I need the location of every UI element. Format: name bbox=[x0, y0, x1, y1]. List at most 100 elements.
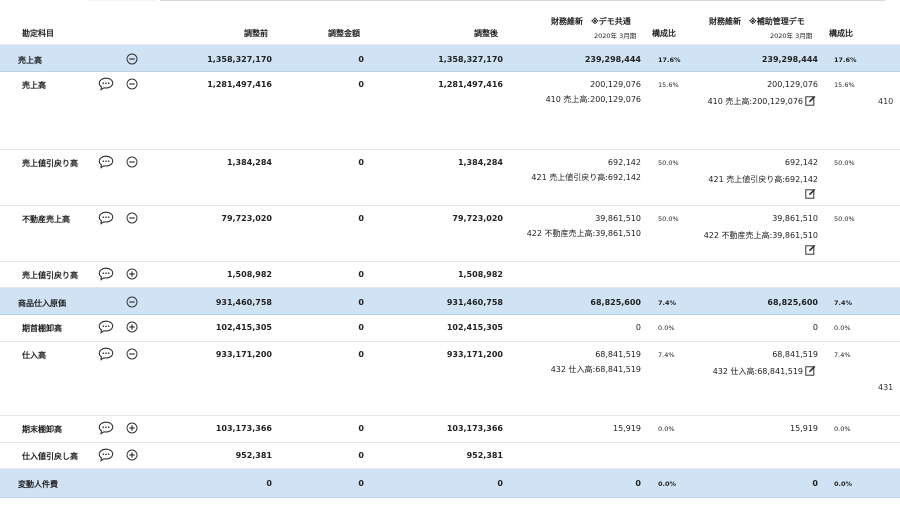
value-before: 1,358,327,170 bbox=[207, 55, 272, 64]
table-row: 売上値引戻り高 1,508,982 0 1,508,982 bbox=[0, 262, 900, 288]
comment-icon[interactable] bbox=[98, 267, 114, 281]
fin1-value: 39,861,510 bbox=[595, 214, 641, 223]
group-row: 商品仕入原価 931,460,758 0 931,460,758 68,825,600 7… bbox=[0, 288, 900, 315]
fin1-ratio: 15.6% bbox=[658, 81, 679, 89]
fin2-value: 68,841,519 bbox=[772, 350, 818, 359]
account-name: 仕入値引戻し高 bbox=[22, 452, 78, 461]
fin1-value: 68,841,519 bbox=[595, 350, 641, 359]
comment-icon[interactable] bbox=[98, 211, 114, 225]
fin1-value: 0 bbox=[635, 479, 641, 488]
value-before: 0 bbox=[266, 479, 272, 488]
col-header-adjust: 調整金額 bbox=[328, 29, 360, 38]
value-adjust: 0 bbox=[358, 298, 364, 307]
value-before: 1,281,497,416 bbox=[207, 80, 272, 89]
collapse-icon[interactable] bbox=[126, 156, 138, 168]
fin2-breakdown: 410 売上高:200,129,076 bbox=[707, 97, 803, 106]
fin2-ratio: 0.0% bbox=[834, 480, 853, 488]
fin2-ratio: 0.0% bbox=[834, 425, 851, 433]
expand-icon[interactable] bbox=[126, 449, 138, 461]
account-name: 売上高 bbox=[22, 81, 46, 90]
value-after: 103,173,366 bbox=[446, 424, 503, 433]
comment-icon[interactable] bbox=[98, 448, 114, 462]
fin1-ratio: 0.0% bbox=[658, 480, 677, 488]
table-row: 不動産売上高 79,723,020 0 79,723,020 39,861,510 50.… bbox=[0, 206, 900, 262]
value-after: 0 bbox=[497, 479, 503, 488]
edit-icon[interactable] bbox=[805, 188, 816, 199]
table-row: 売上値引戻り高 1,384,284 0 1,384,284 692,142 50.0% 42… bbox=[0, 150, 900, 206]
fin1-ratio: 50.0% bbox=[658, 215, 679, 223]
table-header: 勘定科目 調整前 調整金額 調整後 財務維新 ※デモ共通 2020年 3月期 構… bbox=[0, 2, 900, 45]
value-adjust: 0 bbox=[358, 479, 364, 488]
fin1-value: 15,919 bbox=[613, 424, 641, 433]
comment-icon[interactable] bbox=[98, 320, 114, 334]
comment-icon[interactable] bbox=[98, 421, 114, 435]
comment-icon[interactable] bbox=[98, 347, 114, 361]
collapse-icon[interactable] bbox=[126, 348, 138, 360]
expand-icon[interactable] bbox=[126, 321, 138, 333]
account-name: 売上値引戻り高 bbox=[22, 271, 78, 280]
edit-icon[interactable] bbox=[805, 365, 816, 376]
col-header-fin2-period: 2020年 3月期 bbox=[770, 32, 813, 40]
value-adjust: 0 bbox=[358, 424, 364, 433]
col-header-fin1: 財務維新 ※デモ共通 bbox=[551, 17, 631, 26]
table-row: 仕入値引戻し高 952,381 0 952,381 bbox=[0, 443, 900, 469]
fin2-ratio: 0.0% bbox=[834, 324, 851, 332]
value-after: 933,171,200 bbox=[446, 350, 503, 359]
value-adjust: 0 bbox=[358, 350, 364, 359]
value-before: 79,723,020 bbox=[221, 214, 272, 223]
fin1-ratio: 0.0% bbox=[658, 425, 675, 433]
fin2-value: 68,825,600 bbox=[767, 298, 818, 307]
value-after: 79,723,020 bbox=[452, 214, 503, 223]
fin2-ratio: 50.0% bbox=[834, 215, 855, 223]
clipped-account-code: 410 bbox=[878, 97, 894, 106]
account-name: 不動産売上高 bbox=[22, 215, 70, 224]
edit-icon[interactable] bbox=[805, 244, 816, 255]
expand-icon[interactable] bbox=[126, 268, 138, 280]
expand-icon[interactable] bbox=[126, 422, 138, 434]
fin2-ratio: 50.0% bbox=[834, 159, 855, 167]
collapse-icon[interactable] bbox=[126, 78, 138, 90]
value-before: 1,508,982 bbox=[226, 270, 272, 279]
comment-icon[interactable] bbox=[98, 77, 114, 91]
fin2-breakdown: 421 売上値引戻り高:692,142 bbox=[708, 175, 818, 184]
table-row: 売上高 1,281,497,416 0 1,281,497,416 200,129,07… bbox=[0, 72, 900, 150]
fin1-ratio: 50.0% bbox=[658, 159, 679, 167]
fin1-value: 239,298,444 bbox=[584, 55, 641, 64]
fin2-value: 39,861,510 bbox=[772, 214, 818, 223]
fin1-value: 0 bbox=[635, 323, 641, 332]
account-name: 商品仕入原価 bbox=[18, 299, 66, 308]
account-name: 期首棚卸高 bbox=[22, 324, 62, 333]
value-adjust: 0 bbox=[358, 323, 364, 332]
value-before: 103,173,366 bbox=[215, 424, 272, 433]
col-header-ratio1: 構成比 bbox=[652, 29, 676, 38]
fin1-breakdown: 421 売上値引戻り高:692,142 bbox=[531, 173, 641, 182]
fin2-ratio: 17.6% bbox=[834, 56, 857, 64]
table-row: 期首棚卸高 102,415,305 0 102,415,305 0 0.0% 0 0.0% bbox=[0, 315, 900, 342]
account-name: 仕入高 bbox=[22, 351, 46, 360]
fin1-ratio: 17.6% bbox=[658, 56, 681, 64]
fin2-ratio: 7.4% bbox=[834, 351, 851, 359]
collapse-icon[interactable] bbox=[126, 53, 138, 65]
value-before: 931,460,758 bbox=[215, 298, 272, 307]
tab-active[interactable] bbox=[88, 0, 156, 1]
fin1-breakdown: 410 売上高:200,129,076 bbox=[545, 95, 641, 104]
fin2-breakdown: 432 仕入高:68,841,519 bbox=[712, 367, 803, 376]
fin1-ratio: 0.0% bbox=[658, 324, 675, 332]
fin2-breakdown: 422 不動産売上高:39,861,510 bbox=[703, 231, 818, 240]
fin1-value: 692,142 bbox=[607, 158, 641, 167]
group-row: 売上高 1,358,327,170 0 1,358,327,170 239,298,44… bbox=[0, 45, 900, 72]
fin2-value: 239,298,444 bbox=[761, 55, 818, 64]
value-adjust: 0 bbox=[358, 158, 364, 167]
account-name: 期末棚卸高 bbox=[22, 425, 62, 434]
collapse-icon[interactable] bbox=[126, 212, 138, 224]
collapse-icon[interactable] bbox=[126, 296, 138, 308]
value-before: 952,381 bbox=[235, 451, 272, 460]
fin2-value: 0 bbox=[812, 479, 818, 488]
value-adjust: 0 bbox=[358, 214, 364, 223]
edit-icon[interactable] bbox=[805, 95, 816, 106]
comment-icon[interactable] bbox=[98, 155, 114, 169]
value-adjust: 0 bbox=[358, 451, 364, 460]
fin2-value: 200,129,076 bbox=[767, 80, 818, 89]
group-row: 変動人件費 0 0 0 0 0.0% 0 0.0% bbox=[0, 469, 900, 498]
fin2-value: 15,919 bbox=[790, 424, 818, 433]
